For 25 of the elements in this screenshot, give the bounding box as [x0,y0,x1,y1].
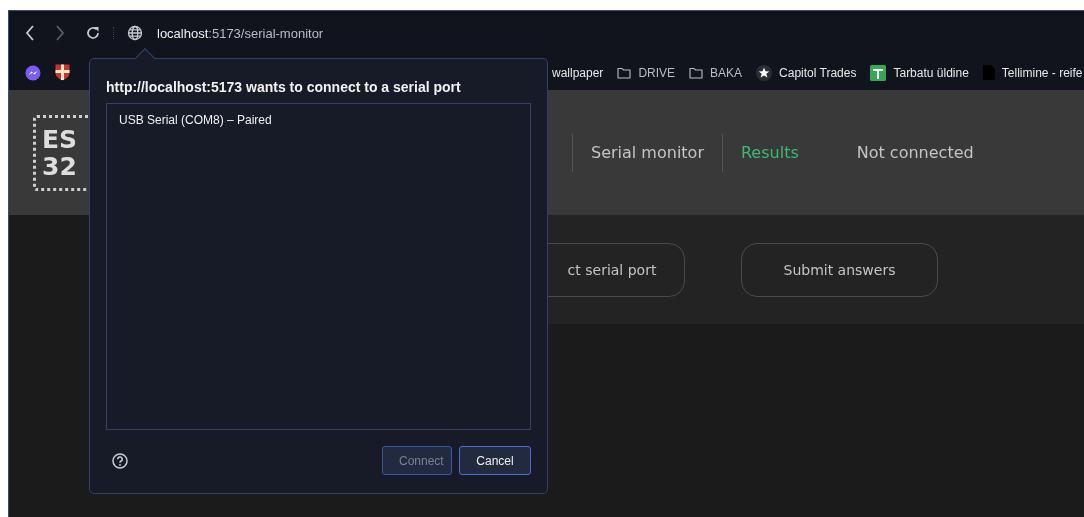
messenger-icon[interactable] [25,64,41,81]
bookmark[interactable]: Tarbatu üldine [870,64,969,81]
action-button[interactable]: Submit answers [741,242,938,297]
nav-link[interactable]: Results [740,143,799,162]
reload-icon[interactable] [85,25,101,41]
connection-status: Not connected [856,143,974,162]
dialog-button[interactable]: Cancel [459,446,531,475]
bookmark[interactable]: Capitol Trades [756,64,857,81]
document-icon [982,65,995,80]
bookmark[interactable]: wallpaper [552,65,604,80]
folder-icon [617,66,632,79]
star-icon [756,64,773,81]
folder-icon [689,66,704,79]
globe-icon[interactable] [127,25,143,41]
help-icon[interactable] [112,452,128,469]
bookmark[interactable]: Tellimine - reife [982,65,1083,80]
bookmark[interactable]: BAKA [689,65,743,80]
bookmark[interactable]: DRIVE [617,65,676,80]
port-item[interactable]: USB Serial (COM8) – Paired [119,113,518,127]
spreadsheet-icon [870,64,887,81]
dialog-title: http://localhost:5173 wants to connect to a serial port [106,79,462,95]
back-icon[interactable] [25,25,35,41]
nav-link[interactable]: Serial monitor [591,143,704,162]
address-field[interactable]: localhost:5173/serial-monitor [157,25,324,41]
crest-icon[interactable] [55,64,70,81]
